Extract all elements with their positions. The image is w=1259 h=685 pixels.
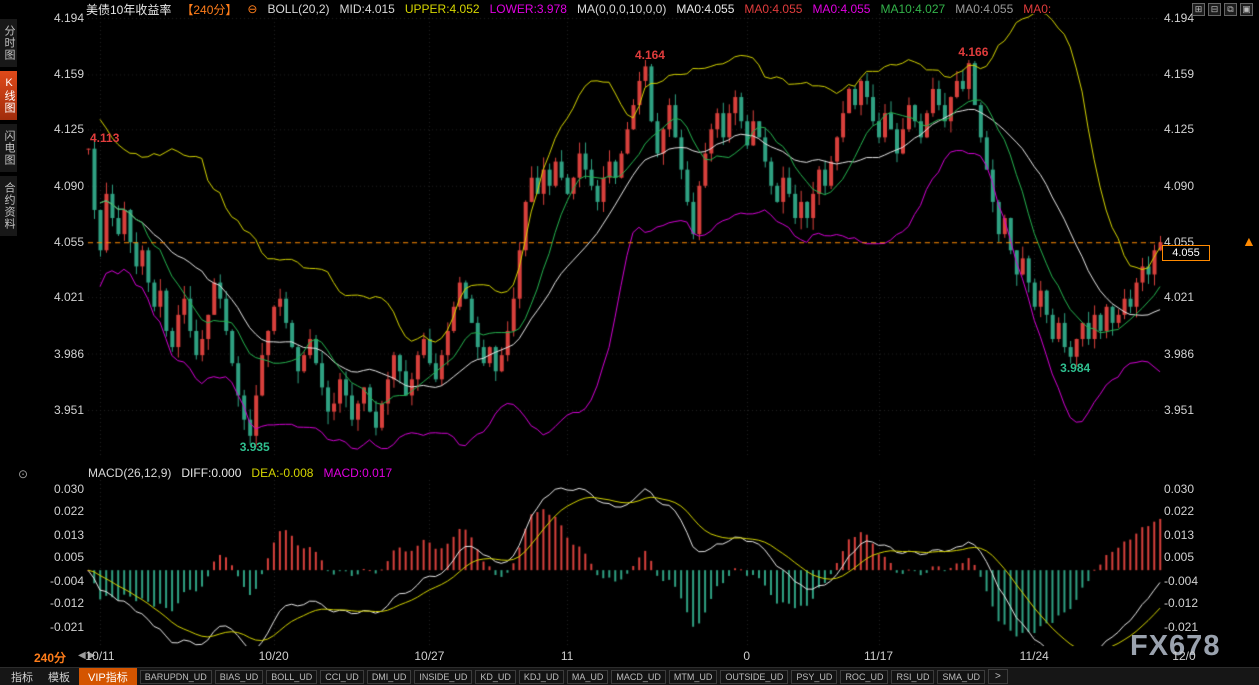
date-axis-label: 12/0 xyxy=(1172,649,1195,663)
price-axis-label: 4.021 xyxy=(1164,290,1212,304)
price-axis-label: 4.090 xyxy=(1164,179,1212,193)
timeframe-label[interactable]: 【240分】 xyxy=(181,1,237,18)
indicator-tab-dmi-ud[interactable]: DMI_UD xyxy=(367,670,412,684)
indicator-tab-inside-ud[interactable]: INSIDE_UD xyxy=(414,670,472,684)
macd-axis-label: 0.030 xyxy=(1164,482,1212,496)
macd-axis-label: -0.004 xyxy=(44,574,84,588)
indicator-readout: MA0: xyxy=(1023,2,1051,16)
indicator-tab-bias-ud[interactable]: BIAS_UD xyxy=(215,670,264,684)
indicator-readout: MA0:4.055 xyxy=(812,2,870,16)
macd-axis-label: -0.004 xyxy=(1164,574,1212,588)
sidebar-item-time-share-chart[interactable]: 分时图 xyxy=(0,19,17,67)
chart-overlay: ⊙ MACD(26,12,9) DIFF:0.000DEA:-0.008MACD… xyxy=(0,0,1259,685)
indicator-tab-mtm-ud[interactable]: MTM_UD xyxy=(669,670,718,684)
price-axis-label: 3.986 xyxy=(44,347,84,361)
latest-price-arrow-icon[interactable]: ▲ xyxy=(1242,233,1256,249)
macd-axis-label: -0.021 xyxy=(44,620,84,634)
indicator-readout: MA10:4.027 xyxy=(880,2,945,16)
indicator-readout: BOLL(20,2) xyxy=(267,2,329,16)
date-axis-label: 0 xyxy=(743,649,750,663)
price-annotation: 4.164 xyxy=(635,48,665,62)
date-axis-label: 10/27 xyxy=(414,649,444,663)
date-axis-label: 10/20 xyxy=(259,649,289,663)
indicator-tab-cci-ud[interactable]: CCI_UD xyxy=(320,670,364,684)
indicator-readout: LOWER:3.978 xyxy=(490,2,567,16)
price-axis-label: 4.055 xyxy=(44,235,84,249)
indicator-tab-roc-ud[interactable]: ROC_UD xyxy=(840,670,888,684)
footer-item-templates[interactable]: 模板 xyxy=(42,669,76,685)
macd-readout: DEA:-0.008 xyxy=(251,466,313,480)
macd-name: MACD(26,12,9) xyxy=(88,466,171,480)
price-axis-label: 4.125 xyxy=(1164,122,1212,136)
last-price-tag: 4.055 xyxy=(1162,245,1210,261)
macd-readouts: DIFF:0.000 DEA:-0.008 MACD:0.017 xyxy=(181,466,392,480)
price-annotation: 3.935 xyxy=(240,440,270,454)
price-annotation: 4.113 xyxy=(90,131,119,145)
macd-axis-label: -0.012 xyxy=(1164,596,1212,610)
instrument-title: 美债10年收益率 xyxy=(86,1,171,18)
macd-axis-label: 0.013 xyxy=(44,528,84,542)
sidebar-item-contract-info[interactable]: 合约资料 xyxy=(0,176,17,236)
macd-axis-label: 0.005 xyxy=(44,550,84,564)
sidebar-item-lightning-chart[interactable]: 闪电图 xyxy=(0,124,17,172)
indicator-tab-rsi-ud[interactable]: RSI_UD xyxy=(891,670,934,684)
indicator-readout: MA0:4.055 xyxy=(744,2,802,16)
price-annotation: 3.984 xyxy=(1060,361,1090,375)
date-axis-label: 11/24 xyxy=(1020,649,1049,663)
indicator-header-bar: 美债10年收益率 【240分】 ⊖ BOLL(20,2) MID:4.015 UPP… xyxy=(0,0,1259,18)
indicator-menu-icon[interactable]: ⊖ xyxy=(247,2,257,16)
macd-readout: MACD:0.017 xyxy=(323,466,392,480)
macd-axis-label: 0.013 xyxy=(1164,528,1212,542)
date-axis-label: 10/11 xyxy=(85,649,114,663)
price-axis-label: 3.951 xyxy=(1164,403,1212,417)
indicator-tab-kd-ud[interactable]: KD_UD xyxy=(475,670,516,684)
indicator-tab-boll-ud[interactable]: BOLL_UD xyxy=(266,670,317,684)
indicator-readout: MA0:4.055 xyxy=(676,2,734,16)
date-axis-label: 11/17 xyxy=(864,649,893,663)
indicator-tab-kdj-ud[interactable]: KDJ_UD xyxy=(519,670,564,684)
macd-axis-label: 0.022 xyxy=(1164,504,1212,518)
axis-period-label: 240分 xyxy=(34,649,66,666)
footer-item-vip-indicators[interactable]: VIP指标 xyxy=(79,667,137,685)
indicator-tab-outside-ud[interactable]: OUTSIDE_UD xyxy=(720,670,788,684)
more-tabs-button[interactable]: > xyxy=(988,669,1008,684)
indicator-readout: UPPER:4.052 xyxy=(405,2,480,16)
price-axis-label: 3.986 xyxy=(1164,347,1212,361)
price-axis-label: 4.090 xyxy=(44,179,84,193)
price-axis-label: 3.951 xyxy=(44,403,84,417)
chart-type-sidebar: 分时图 K线图闪电图合约资料 xyxy=(0,19,17,236)
indicator-tab-barupdn-ud[interactable]: BARUPDN_UD xyxy=(140,670,212,684)
macd-indicator-header: MACD(26,12,9) DIFF:0.000 DEA:-0.008 MACD:0… xyxy=(88,466,392,480)
indicator-tab-sma-ud[interactable]: SMA_UD xyxy=(937,670,985,684)
macd-axis-label: 0.030 xyxy=(44,482,84,496)
macd-settings-icon[interactable]: ⊙ xyxy=(18,467,28,481)
tile-horizontal-icon[interactable]: ⊟ xyxy=(1208,3,1221,16)
maximize-window-icon[interactable]: ▣ xyxy=(1240,3,1253,16)
tile-windows-icon[interactable]: ⊞ xyxy=(1192,3,1205,16)
indicator-readouts: BOLL(20,2) MID:4.015 UPPER:4.052 LOWER:3.97… xyxy=(267,2,1051,16)
indicator-readout: MA0:4.055 xyxy=(955,2,1013,16)
indicator-tab-macd-ud[interactable]: MACD_UD xyxy=(611,670,666,684)
macd-readout: DIFF:0.000 xyxy=(181,466,241,480)
trading-terminal: FX678 美债10年收益率 【240分】 ⊖ BOLL(20,2)MID:4.… xyxy=(0,0,1259,685)
macd-axis-label: 0.022 xyxy=(44,504,84,518)
date-axis-label: 11 xyxy=(561,649,573,663)
macd-axis-label: 0.005 xyxy=(1164,550,1212,564)
indicator-tab-ma-ud[interactable]: MA_UD xyxy=(567,670,609,684)
cascade-windows-icon[interactable]: ⧉ xyxy=(1224,3,1237,16)
indicator-readout: MID:4.015 xyxy=(340,2,395,16)
footer-item-indicators[interactable]: 指标 xyxy=(5,669,39,685)
price-annotation: 4.166 xyxy=(958,45,988,59)
price-axis-label: 4.159 xyxy=(1164,67,1212,81)
price-axis-label: 4.021 xyxy=(44,290,84,304)
indicator-readout: MA(0,0,0,10,0,0) xyxy=(577,2,666,16)
indicator-tab-psy-ud[interactable]: PSY_UD xyxy=(791,670,837,684)
price-axis-label: 4.125 xyxy=(44,122,84,136)
macd-axis-label: -0.012 xyxy=(44,596,84,610)
macd-axis-label: -0.021 xyxy=(1164,620,1212,634)
indicator-toolbar: 指标模板VIP指标BARUPDN_UDBIAS_UDBOLL_UDCCI_UDD… xyxy=(0,667,1259,685)
window-controls: ⊞⊟⧉▣ xyxy=(1192,3,1259,16)
sidebar-item-kline-chart[interactable]: K线图 xyxy=(0,71,17,120)
price-axis-label: 4.159 xyxy=(44,67,84,81)
